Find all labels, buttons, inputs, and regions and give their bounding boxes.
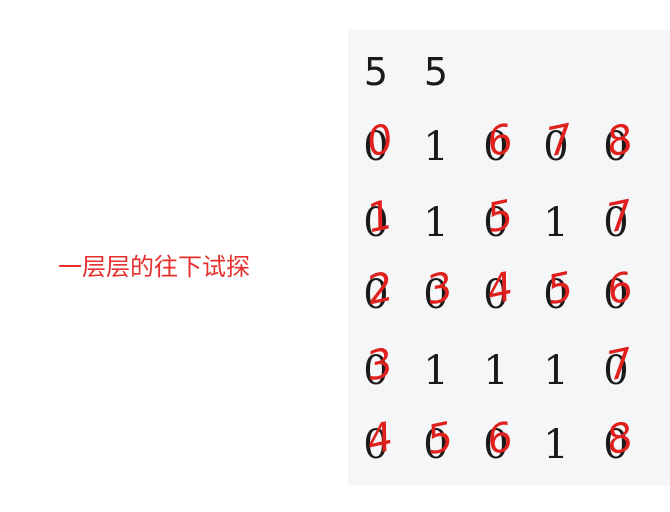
header-value: 5 xyxy=(363,50,389,94)
grid-cell: 1 xyxy=(423,200,449,246)
grid-cell: 1 xyxy=(543,348,569,394)
grid-cell: 1 xyxy=(543,422,569,468)
header-value: 5 xyxy=(423,50,449,94)
grid-cell: 1 xyxy=(483,348,509,394)
grid-cell: 1 xyxy=(423,348,449,394)
caption-text: 一层层的往下试探 xyxy=(58,253,250,281)
grid-cell: 1 xyxy=(423,124,449,170)
grid-cell: 1 xyxy=(543,200,569,246)
